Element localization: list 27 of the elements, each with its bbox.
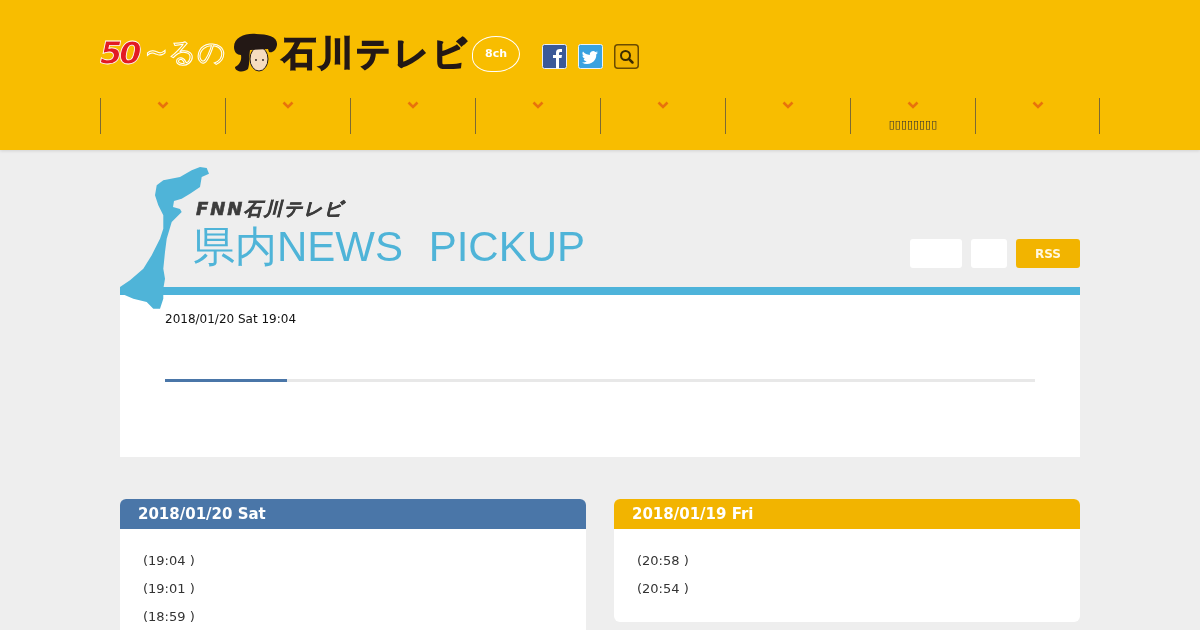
chevron-icon xyxy=(1031,101,1044,109)
chevron-icon xyxy=(657,101,669,109)
news-link[interactable]: (18:59 ) xyxy=(143,603,195,630)
chevron-icon xyxy=(782,101,794,109)
source-logo-text: FNN石川テレビ xyxy=(196,198,345,220)
logo-tagline: ~るの xyxy=(144,34,226,71)
timestamp: 2018/01/20 Sat 19:04 xyxy=(165,312,297,326)
news-link[interactable]: (19:04 ) xyxy=(143,547,195,575)
day-header: 2018/01/20 Sat xyxy=(120,499,586,529)
chevron-icon xyxy=(532,101,544,109)
facebook-icon[interactable] xyxy=(542,44,567,69)
nav-item[interactable] xyxy=(975,98,1100,134)
mascot-icon xyxy=(232,32,278,73)
station-name: 石川テレビ xyxy=(282,32,470,73)
search-icon[interactable] xyxy=(614,44,639,69)
news-link[interactable]: (19:01 ) xyxy=(143,575,195,603)
nav-item[interactable]: ▯▯▯▯▯▯▯▯ xyxy=(850,98,975,134)
day-header: 2018/01/19 Fri xyxy=(614,499,1080,529)
news-link[interactable]: (20:58 ) xyxy=(637,547,689,575)
twitter-icon[interactable] xyxy=(578,44,603,69)
section-title: 県内NEWS PICKUP xyxy=(193,223,586,271)
chevron-icon xyxy=(907,101,919,109)
news-link[interactable]: (20:54 ) xyxy=(637,575,689,603)
chevron-icon xyxy=(407,101,419,109)
chevron-icon xyxy=(157,101,169,109)
logo-number: 50 xyxy=(100,32,141,73)
chevron-icon xyxy=(282,101,294,109)
